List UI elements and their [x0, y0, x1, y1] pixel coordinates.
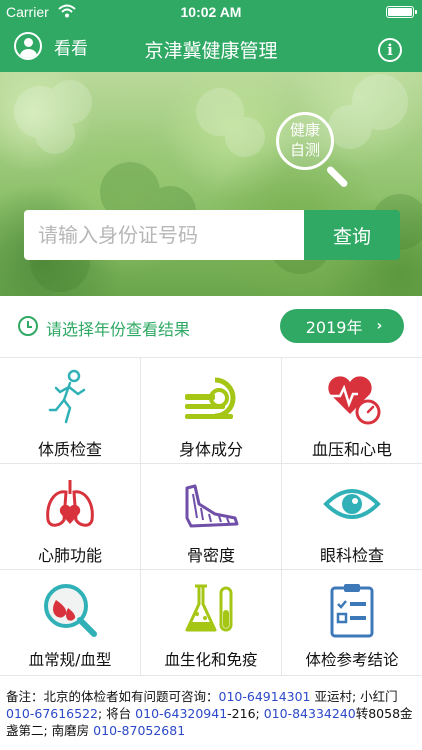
status-bar: Carrier 10:02 AM	[0, 0, 422, 24]
runner-icon	[48, 369, 86, 424]
user-label: 看看	[54, 38, 88, 59]
grid-item-label: 血常规/血型	[28, 651, 112, 669]
grid-item-label: 血生化和免疫	[164, 651, 258, 669]
phone-link[interactable]: 010-84334240	[264, 706, 356, 721]
selected-year: 2019年	[305, 318, 363, 337]
info-icon[interactable]: i	[378, 38, 402, 62]
footer-text: -216;	[227, 706, 264, 721]
phone-link[interactable]: 010-64320941	[135, 706, 227, 721]
lab-flask-icon	[185, 584, 233, 632]
footer-text: ; 将台	[98, 706, 136, 721]
clover-background	[14, 74, 422, 292]
footer-text: 亚运村; 小红门	[310, 689, 398, 704]
id-number-input[interactable]	[24, 210, 304, 260]
body-scanner-icon	[185, 377, 236, 419]
grid-item-label: 体质检查	[37, 440, 102, 459]
battery-icon	[386, 6, 417, 18]
year-selector-row: 请选择年份查看结果 2019年 ›	[0, 296, 422, 358]
phone-link[interactable]: 010-64914301	[219, 689, 311, 704]
chevron-right-icon: ›	[376, 318, 383, 334]
exam-category-grid: 体质检查 身体成分 血压和心电 心肺功能 骨密度 眼科检查 血常规/血型 血生化…	[0, 358, 422, 676]
grid-item-blood-routine[interactable]: 血常规/血型	[0, 570, 141, 676]
badge-text: 健康 自测	[289, 121, 320, 159]
grid-item-cardiopulmonary[interactable]: 心肺功能	[0, 464, 141, 570]
eye-icon	[323, 489, 381, 519]
grid-item-label: 眼科检查	[319, 546, 384, 565]
grid-item-physical-fitness[interactable]: 体质检查	[0, 358, 141, 464]
hero-banner: 健康 自测 查询	[0, 72, 422, 296]
grid-item-body-composition[interactable]: 身体成分	[141, 358, 282, 464]
grid-item-label: 身体成分	[178, 440, 243, 459]
health-self-test-badge[interactable]: 健康 自测	[276, 112, 356, 192]
lungs-heart-icon	[46, 480, 94, 527]
footer-note: 备注：北京的体检者如有问题可咨询：010-64914301 亚运村; 小红门 0…	[0, 676, 422, 750]
heart-gauge-icon	[328, 376, 381, 425]
user-button[interactable]: 看看	[14, 32, 88, 60]
nav-bar: 看看 京津冀健康管理 i	[0, 24, 422, 72]
grid-item-exam-conclusion[interactable]: 体检参考结论	[282, 570, 422, 676]
user-avatar-icon	[14, 32, 42, 60]
grid-item-label: 心肺功能	[37, 546, 102, 565]
clock-time: 10:02 AM	[180, 4, 242, 20]
grid-item-label: 骨密度	[186, 546, 235, 565]
grid-item-label: 血压和心电	[311, 440, 392, 459]
grid-item-bone-density[interactable]: 骨密度	[141, 464, 282, 570]
grid-item-biochemistry-immunity[interactable]: 血生化和免疫	[141, 570, 282, 676]
magnifier-handle	[325, 165, 349, 189]
grid-item-label: 体检参考结论	[305, 651, 399, 669]
phone-link[interactable]: 010-87052681	[93, 723, 185, 738]
grid-item-blood-pressure-ecg[interactable]: 血压和心电	[282, 358, 422, 464]
year-hint: 请选择年份查看结果	[46, 320, 191, 339]
year-picker-button[interactable]: 2019年 ›	[280, 309, 404, 343]
query-button[interactable]: 查询	[304, 210, 400, 260]
id-search-bar: 查询	[24, 210, 400, 260]
grid-item-ophthalmology[interactable]: 眼科检查	[282, 464, 422, 570]
foot-bone-icon	[185, 484, 239, 528]
blood-drop-magnifier-icon	[44, 584, 97, 637]
clipboard-checklist-icon	[330, 584, 374, 638]
phone-link[interactable]: 010-67616522	[6, 706, 98, 721]
clock-icon	[18, 316, 38, 336]
footer-text: 备注：北京的体检者如有问题可咨询：	[6, 689, 219, 704]
